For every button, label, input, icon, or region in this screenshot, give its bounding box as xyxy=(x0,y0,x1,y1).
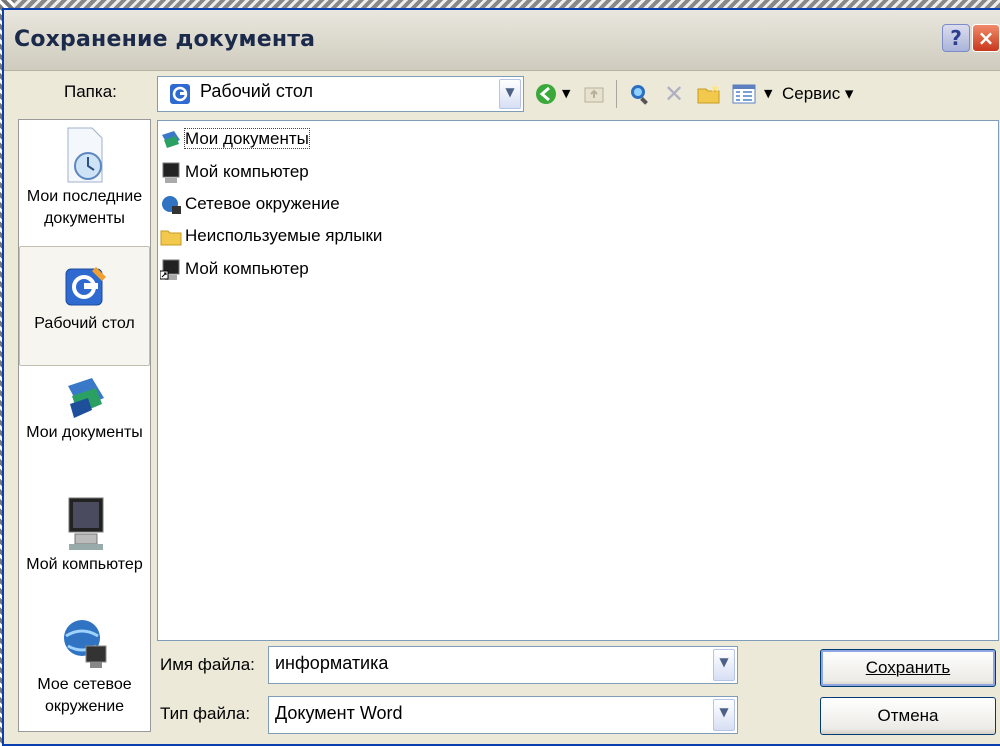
save-button[interactable]: Сохранить xyxy=(820,649,996,687)
folder-label: Папка: xyxy=(64,82,117,101)
filetype-select[interactable]: Документ Word ▼ xyxy=(268,696,738,734)
folder-value: Рабочий стол xyxy=(200,81,313,101)
views-icon[interactable] xyxy=(732,80,756,108)
list-item[interactable]: Неиспользуемые ярлыки xyxy=(160,223,382,249)
filename-value: информатика xyxy=(275,653,389,673)
my-computer-icon xyxy=(162,162,180,183)
desktop-icon xyxy=(168,82,192,111)
filename-field[interactable]: информатика ▼ xyxy=(268,646,738,684)
close-button[interactable]: × xyxy=(972,24,1000,52)
views-dropdown-icon[interactable]: ▼ xyxy=(764,80,772,108)
back-icon[interactable] xyxy=(534,80,558,108)
file-name: Мои документы xyxy=(184,128,310,149)
save-button-label: Сохранить xyxy=(865,658,951,677)
toolbar-separator xyxy=(616,80,617,108)
list-item[interactable]: Мои документы xyxy=(160,126,310,152)
file-list[interactable]: Мои документы Мой компьютер Сетевое окру… xyxy=(157,120,999,641)
place-label: Рабочий стол xyxy=(34,315,135,332)
up-folder-icon[interactable] xyxy=(583,80,605,108)
list-item[interactable]: Мой компьютер xyxy=(160,256,309,282)
place-my-computer[interactable]: Мой компьютер xyxy=(19,494,150,604)
title-bar[interactable]: Сохранение документа ? × xyxy=(4,10,1000,71)
file-name: Неиспользуемые ярлыки xyxy=(185,226,383,245)
list-item[interactable]: Сетевое окружение xyxy=(160,191,340,217)
list-item[interactable]: Мой компьютер xyxy=(160,159,309,185)
filetype-dropdown-button[interactable]: ▼ xyxy=(713,699,735,731)
place-desktop[interactable]: Рабочий стол xyxy=(19,246,150,366)
file-name: Мой компьютер xyxy=(185,162,309,181)
my-documents-icon xyxy=(67,378,104,418)
delete-icon[interactable]: ✕ xyxy=(664,80,684,108)
folder-dropdown-button[interactable]: ▼ xyxy=(499,79,521,109)
place-label: Мое сетевое окружение xyxy=(37,676,132,715)
folder-icon xyxy=(160,230,182,246)
my-documents-icon xyxy=(162,130,180,148)
service-menu[interactable]: Сервис ▾ xyxy=(782,80,853,108)
new-folder-icon[interactable] xyxy=(696,80,722,108)
folder-combo[interactable]: Рабочий стол ▼ xyxy=(157,76,524,112)
computer-shortcut-icon xyxy=(160,259,180,280)
filetype-value: Документ Word xyxy=(275,703,403,723)
filename-label: Имя файла: xyxy=(160,655,255,674)
desktop-icon xyxy=(65,267,106,306)
place-network[interactable]: Мое сетевое окружение xyxy=(19,616,150,731)
network-places-icon xyxy=(162,195,181,214)
place-label: Мои документы xyxy=(26,424,143,441)
back-dropdown-icon[interactable]: ▼ xyxy=(562,80,570,108)
network-places-icon xyxy=(63,620,106,668)
filetype-label: Тип файла: xyxy=(160,704,251,723)
places-bar: Мои последние документы Рабочий стол Мои… xyxy=(18,119,151,732)
file-name: Сетевое окружение xyxy=(185,194,340,213)
search-web-icon[interactable] xyxy=(628,80,652,108)
recent-documents-icon xyxy=(67,127,102,183)
place-label: Мой компьютер xyxy=(26,556,143,573)
filename-dropdown-button[interactable]: ▼ xyxy=(713,649,735,681)
place-recent-documents[interactable]: Мои последние документы xyxy=(19,126,150,250)
cancel-button[interactable]: Отмена xyxy=(820,697,996,735)
place-my-documents[interactable]: Мои документы xyxy=(19,374,150,494)
file-name: Мой компьютер xyxy=(185,259,309,278)
place-label: Мои последние документы xyxy=(26,188,143,227)
my-computer-icon xyxy=(68,497,103,550)
help-button[interactable]: ? xyxy=(942,24,970,52)
dialog-title: Сохранение документа xyxy=(14,27,316,52)
